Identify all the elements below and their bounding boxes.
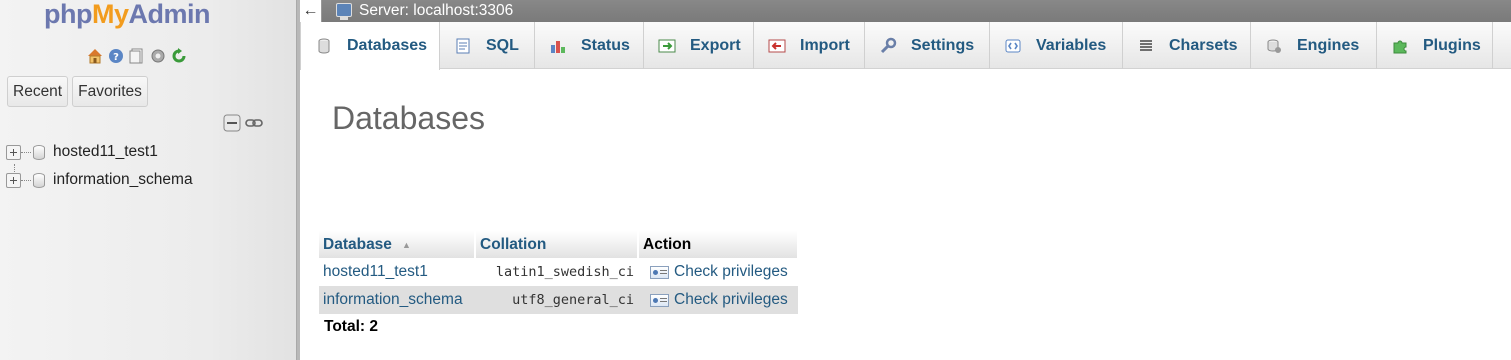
nav-icon-bar: ? [86,46,188,66]
home-icon[interactable] [86,47,104,65]
header-action: Action [638,231,799,258]
tab-settings[interactable]: Settings [865,22,990,69]
favorites-button[interactable]: Favorites [72,76,148,107]
database-icon [33,172,45,188]
server-breadcrumb: ← Server: localhost:3306 [300,0,1511,22]
nav-tabs: Recent Favorites [7,76,148,107]
tab-label: Engines [1297,36,1360,54]
tab-label: Plugins [1423,36,1481,54]
check-privileges-label[interactable]: Check privileges [674,263,788,281]
tree-item-label[interactable]: information_schema [53,171,193,189]
tab-label: Export [690,36,741,54]
total-count: Total: 2 [324,318,378,335]
header-database-label[interactable]: Database [323,236,392,253]
check-privileges-link[interactable]: Check privileges [642,263,794,281]
tab-label: Settings [911,36,975,54]
help-icon[interactable]: ? [107,47,125,65]
tree-connector [21,151,31,153]
tab-databases[interactable]: Databases [300,22,440,70]
export-icon [658,37,676,55]
tab-label: Databases [347,37,428,54]
tree-item-label[interactable]: hosted11_test1 [53,143,158,161]
page-title: Databases [332,100,485,136]
server-icon [336,3,352,20]
table-row: information_schema utf8_general_ci Check… [319,286,798,314]
tabs-filler [1493,22,1511,68]
collapse-all-icon[interactable] [223,114,241,136]
collapse-nav-arrow[interactable]: ← [300,0,322,22]
tab-export[interactable]: Export [644,22,754,69]
phpmyadmin-logo[interactable]: phpMyAdmin [44,0,210,32]
header-collation[interactable]: Collation [475,231,639,258]
variables-icon [1004,37,1022,55]
tab-sql[interactable]: SQL [440,22,535,69]
tab-label: Variables [1036,36,1107,54]
tree-connector [21,179,31,181]
table-header-row: Database ▲ Collation Action [319,231,799,258]
tab-label: SQL [486,36,519,54]
status-icon [549,37,567,55]
tree-item[interactable]: information_schema [6,169,193,191]
collation-cell: utf8_general_ci [475,286,638,314]
tab-label: Import [800,36,850,54]
tab-engines[interactable]: Engines [1251,22,1377,69]
expand-icon[interactable] [6,172,21,188]
expand-icon[interactable] [6,144,21,160]
tree-item[interactable]: hosted11_test1 [6,141,158,163]
docs-icon[interactable] [128,47,146,65]
sort-asc-icon: ▲ [401,239,411,250]
database-cell: hosted11_test1 [319,258,475,286]
top-menu-tabs: Databases SQL Status Export Import Setti… [300,22,1511,70]
table-row: hosted11_test1 latin1_swedish_ci Check p… [319,258,798,286]
tab-plugins[interactable]: Plugins [1377,22,1493,69]
tab-label: Charsets [1169,36,1238,54]
database-cell: information_schema [319,286,475,314]
import-icon [768,37,786,55]
wrench-icon [879,37,897,55]
recent-button[interactable]: Recent [7,76,69,107]
server-label[interactable]: Server: localhost:3306 [359,0,513,22]
engines-icon [1265,37,1283,55]
header-database[interactable]: Database ▲ [319,231,476,258]
collation-cell: latin1_swedish_ci [475,258,638,286]
database-icon [315,37,333,55]
tab-variables[interactable]: Variables [990,22,1123,69]
navigation-panel: phpMyAdmin ? Recent Favorites hosted11_t… [0,0,296,360]
settings-icon[interactable] [149,47,167,65]
svg-text:?: ? [113,52,119,63]
action-cell: Check privileges [638,258,798,286]
action-cell: Check privileges [638,286,798,314]
database-link[interactable]: hosted11_test1 [323,263,428,280]
check-privileges-label[interactable]: Check privileges [674,291,788,309]
logo-admin: Admin [128,0,211,29]
logo-php: php [44,0,92,29]
database-icon [33,144,45,160]
link-icon[interactable] [245,114,263,136]
plugins-icon [1391,37,1409,55]
tab-charsets[interactable]: Charsets [1123,22,1251,69]
reload-icon[interactable] [170,47,188,65]
logo-my: My [91,0,129,29]
tab-label: Status [581,36,630,54]
privileges-icon [650,265,669,279]
tab-import[interactable]: Import [754,22,865,69]
privileges-icon [650,293,669,307]
sql-icon [454,37,472,55]
database-link[interactable]: information_schema [323,291,463,308]
tree-controls [223,114,263,136]
databases-table: Database ▲ Collation Action hosted11_test… [319,231,799,314]
check-privileges-link[interactable]: Check privileges [642,291,794,309]
tab-status[interactable]: Status [535,22,644,69]
charsets-icon [1137,37,1155,55]
